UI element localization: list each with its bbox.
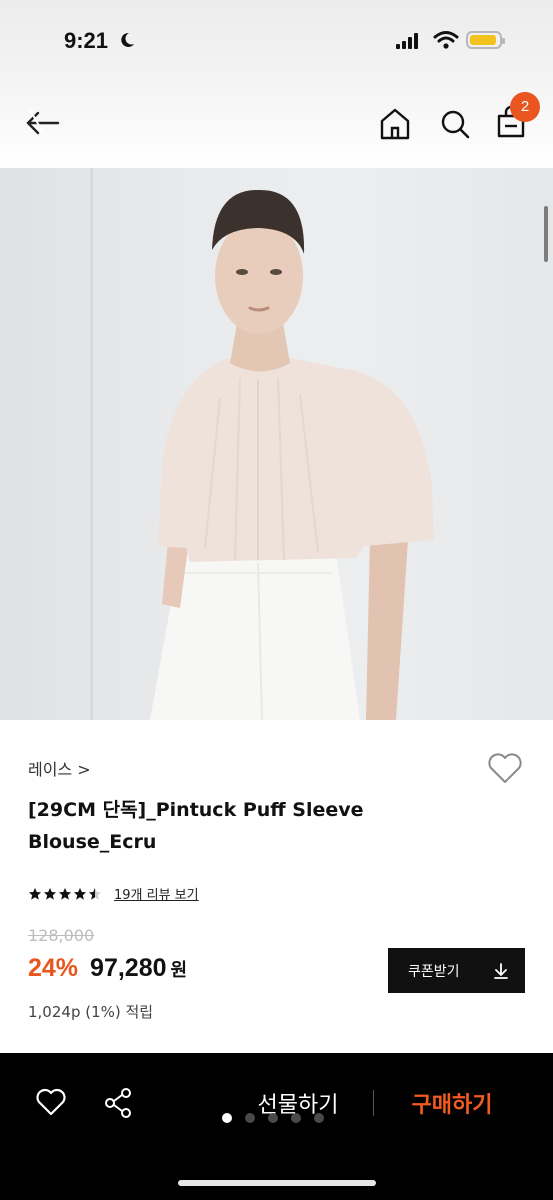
- product-title: [29CM 단독]_Pintuck Puff Sleeve Blouse_Ecr…: [28, 799, 364, 853]
- original-price: 128,000: [28, 926, 95, 945]
- bottom-wishlist-button[interactable]: [34, 1086, 68, 1118]
- back-button[interactable]: [24, 106, 62, 140]
- reward-points: 1,024p (1%) 적립: [28, 1003, 154, 1021]
- search-button[interactable]: [438, 106, 472, 142]
- buy-button[interactable]: 구매하기: [396, 1084, 508, 1122]
- coupon-label: 쿠폰받기: [408, 963, 460, 980]
- price-row: 24% 97,280 원: [28, 954, 187, 983]
- share-icon: [105, 1088, 131, 1118]
- top-area: [0, 0, 553, 168]
- wishlist-heart-button[interactable]: [486, 750, 524, 786]
- status-time: 9:21: [64, 28, 109, 53]
- rating-row: 19개 리뷰 보기: [28, 884, 199, 903]
- page-dot[interactable]: [314, 1113, 324, 1123]
- battery-icon: [466, 31, 505, 49]
- star-icon: [44, 887, 56, 900]
- heart-icon: [36, 1088, 66, 1116]
- page-dot[interactable]: [268, 1113, 278, 1123]
- cart-count-badge: 2: [510, 92, 540, 122]
- scroll-indicator[interactable]: [544, 206, 548, 262]
- star-icon: [59, 887, 71, 900]
- page-dot[interactable]: [222, 1113, 232, 1123]
- home-indicator[interactable]: [178, 1180, 376, 1186]
- star-icon: [29, 887, 41, 900]
- heart-icon: [488, 753, 522, 783]
- rating-stars: [28, 887, 102, 901]
- page-dot[interactable]: [245, 1113, 255, 1123]
- page-dot[interactable]: [291, 1113, 301, 1123]
- download-icon: [494, 962, 508, 979]
- page-dots: [222, 1113, 324, 1123]
- bottom-action-bar: [0, 1053, 553, 1200]
- coupon-download-button[interactable]: 쿠폰받기: [388, 948, 525, 993]
- sale-price: 97,280: [90, 954, 167, 982]
- review-link[interactable]: 19개 리뷰 보기: [114, 884, 199, 903]
- product-image[interactable]: [0, 168, 553, 720]
- home-button[interactable]: [378, 106, 412, 142]
- back-arrow-icon: [26, 109, 60, 135]
- moon-icon: [118, 31, 136, 54]
- home-icon: [380, 108, 410, 140]
- wifi-icon: [433, 30, 459, 54]
- currency-label: 원: [170, 960, 188, 981]
- discount-rate: 24%: [28, 954, 79, 982]
- star-icon: [74, 887, 86, 900]
- cellular-signal-icon: [396, 33, 422, 49]
- search-icon: [441, 110, 470, 139]
- brand-link[interactable]: 레이스 >: [28, 756, 91, 780]
- action-divider: [373, 1090, 374, 1116]
- share-button[interactable]: [102, 1085, 136, 1121]
- star-icon: [89, 887, 101, 900]
- product-photo: [90, 168, 434, 720]
